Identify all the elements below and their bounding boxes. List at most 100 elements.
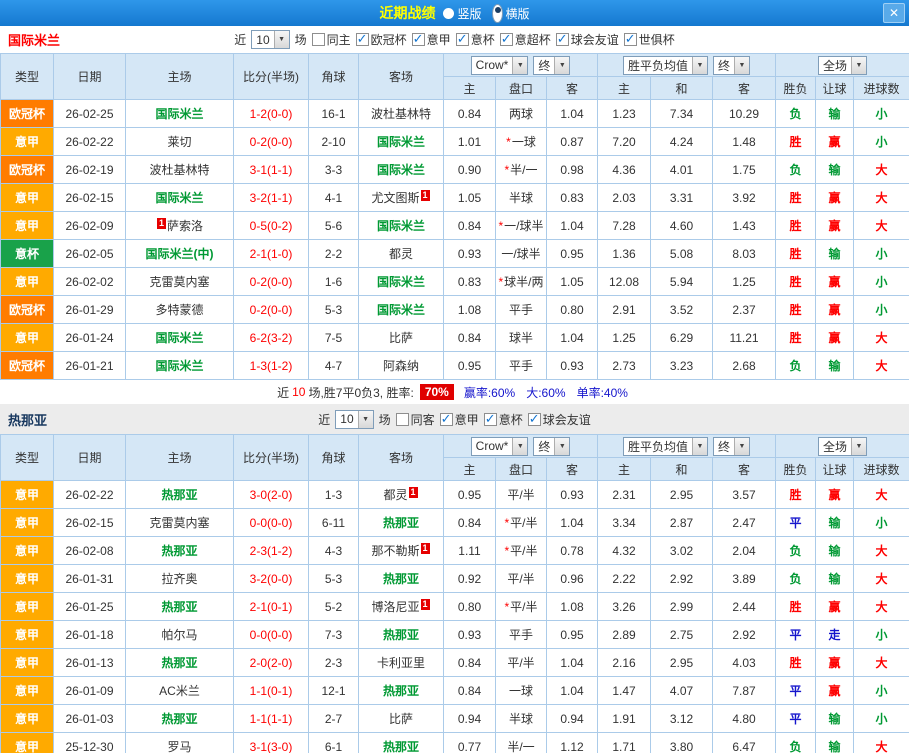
close-button[interactable]: ✕ xyxy=(883,3,905,23)
sub-header-avg-away: 客 xyxy=(713,77,776,100)
filter-checkbox-item[interactable]: 意甲 xyxy=(412,31,451,48)
date-cell: 26-02-08 xyxy=(54,537,126,565)
avg-time-select[interactable]: 终▼ xyxy=(713,56,750,75)
home-team-cell: 国际米兰 xyxy=(126,184,234,212)
home-team-cell: 热那亚 xyxy=(126,537,234,565)
avg-away-cell: 3.89 xyxy=(713,565,776,593)
filter-checkbox-item[interactable]: 意杯 xyxy=(484,411,523,428)
avg-odds-select[interactable]: 胜平负均值▼ xyxy=(623,437,708,456)
avg-odds-select[interactable]: 胜平负均值▼ xyxy=(623,56,708,75)
odds-home-cell: 0.95 xyxy=(444,481,496,509)
layout-radio-horizontal[interactable]: 横版 xyxy=(492,4,530,23)
handicap-cell: 两球 xyxy=(496,100,547,128)
checkbox-label: 同主 xyxy=(327,31,351,48)
checkbox-icon[interactable] xyxy=(396,413,409,426)
score-cell: 3-1(3-0) xyxy=(234,733,309,753)
checkbox-icon[interactable] xyxy=(312,33,325,46)
scope-select-value: 全场 xyxy=(819,57,851,74)
bookmaker-select[interactable]: Crow*▼ xyxy=(471,56,529,75)
odds-time-select[interactable]: 终▼ xyxy=(533,437,570,456)
goals-result-cell: 大 xyxy=(854,352,909,380)
home-team-cell: 1萨索洛 xyxy=(126,212,234,240)
layout-radio-vertical[interactable]: 竖版 xyxy=(443,5,481,22)
home-team-cell: 国际米兰 xyxy=(126,352,234,380)
checkbox-checked-icon[interactable] xyxy=(556,33,569,46)
checkbox-checked-icon[interactable] xyxy=(412,33,425,46)
team-name: 那不勒斯 xyxy=(371,544,419,558)
checkbox-checked-icon[interactable] xyxy=(484,413,497,426)
sub-header-avg-draw: 和 xyxy=(651,458,713,481)
scope-select[interactable]: 全场▼ xyxy=(818,56,867,75)
avg-away-cell: 1.25 xyxy=(713,268,776,296)
checkbox-checked-icon[interactable] xyxy=(456,33,469,46)
handicap-cell: *一球 xyxy=(496,128,547,156)
filter-checkbox-item[interactable]: 同主 xyxy=(312,31,351,48)
league-cell: 意甲 xyxy=(1,324,54,352)
sub-header-odds-home: 主 xyxy=(444,77,496,100)
filter-checkbox-item[interactable]: 欧冠杯 xyxy=(356,31,407,48)
odds-away-cell: 1.04 xyxy=(547,649,598,677)
bookmaker-select[interactable]: Crow*▼ xyxy=(471,437,529,456)
home-team-cell: 多特蒙德 xyxy=(126,296,234,324)
team-name: 尤文图斯 xyxy=(371,191,419,205)
sub-header-goals: 进球数 xyxy=(854,458,909,481)
col-header-score: 比分(半场) xyxy=(234,435,309,481)
checkbox-checked-icon[interactable] xyxy=(440,413,453,426)
avg-draw-cell: 7.34 xyxy=(651,100,713,128)
match-row: 意甲26-02-15国际米兰3-2(1-1)4-1尤文图斯11.05半球0.83… xyxy=(1,184,909,212)
filter-checkbox-item[interactable]: 意杯 xyxy=(456,31,495,48)
checkbox-label: 同客 xyxy=(411,411,435,428)
goals-result-cell: 大 xyxy=(854,324,909,352)
filter-checkbox-item[interactable]: 球会友谊 xyxy=(556,31,619,48)
avg-away-cell: 4.03 xyxy=(713,649,776,677)
filter-checkbox-item[interactable]: 意甲 xyxy=(440,411,479,428)
checkbox-label: 意甲 xyxy=(427,31,451,48)
filter-checkbox-item[interactable]: 世俱杯 xyxy=(624,31,675,48)
checkbox-checked-icon[interactable] xyxy=(500,33,513,46)
filter-checkbox-item[interactable]: 球会友谊 xyxy=(528,411,591,428)
corner-cell: 5-2 xyxy=(309,593,359,621)
corner-cell: 7-3 xyxy=(309,621,359,649)
avg-odds-group: 胜平负均值▼ 终▼ xyxy=(598,54,776,77)
checkbox-checked-icon[interactable] xyxy=(356,33,369,46)
avg-away-cell: 2.47 xyxy=(713,509,776,537)
results-table: 类型日期主场比分(半场)角球客场Crow*▼终▼胜平负均值▼终▼全场▼主盘口客主… xyxy=(0,53,909,380)
filter-checkbox-item[interactable]: 同客 xyxy=(396,411,435,428)
score-cell: 0-5(0-2) xyxy=(234,212,309,240)
filter-checkbox-item[interactable]: 意超杯 xyxy=(500,31,551,48)
recent-count-select[interactable]: 10▼ xyxy=(335,410,373,429)
result-cell: 胜 xyxy=(776,184,816,212)
result-cell: 胜 xyxy=(776,240,816,268)
scope-select[interactable]: 全场▼ xyxy=(818,437,867,456)
score-cell: 0-0(0-0) xyxy=(234,509,309,537)
handicap-star: * xyxy=(504,600,509,614)
team-name: 波杜基林特 xyxy=(371,107,431,121)
radio-icon[interactable] xyxy=(443,8,454,19)
odds-away-cell: 1.04 xyxy=(547,324,598,352)
score-cell: 2-1(0-1) xyxy=(234,593,309,621)
recent-count-select[interactable]: 10▼ xyxy=(251,30,289,49)
odds-time-select[interactable]: 终▼ xyxy=(533,56,570,75)
avg-draw-cell: 2.95 xyxy=(651,481,713,509)
odds-away-cell: 1.05 xyxy=(547,268,598,296)
checkbox-checked-icon[interactable] xyxy=(624,33,637,46)
home-team-cell: 热那亚 xyxy=(126,593,234,621)
odds-home-cell: 1.08 xyxy=(444,296,496,324)
avg-home-cell: 4.36 xyxy=(598,156,651,184)
team-name: 热那亚 xyxy=(161,656,197,670)
team-name: 热那亚 xyxy=(161,544,197,558)
avg-home-cell: 1.23 xyxy=(598,100,651,128)
away-team-cell: 都灵1 xyxy=(359,481,444,509)
scope-selects: 全场▼ xyxy=(776,437,909,456)
home-team-cell: 拉齐奥 xyxy=(126,565,234,593)
handicap-cell: 半/一 xyxy=(496,733,547,753)
odds-home-cell: 1.01 xyxy=(444,128,496,156)
avg-time-select[interactable]: 终▼ xyxy=(713,437,750,456)
corner-cell: 4-7 xyxy=(309,352,359,380)
match-row: 意甲26-01-03热那亚1-1(1-1)2-7比萨0.94半球0.941.91… xyxy=(1,705,909,733)
away-team-cell: 热那亚 xyxy=(359,733,444,753)
team-name: 阿森纳 xyxy=(383,359,419,373)
checkbox-checked-icon[interactable] xyxy=(528,413,541,426)
radio-selected-icon[interactable] xyxy=(492,4,503,23)
avg-home-cell: 1.91 xyxy=(598,705,651,733)
